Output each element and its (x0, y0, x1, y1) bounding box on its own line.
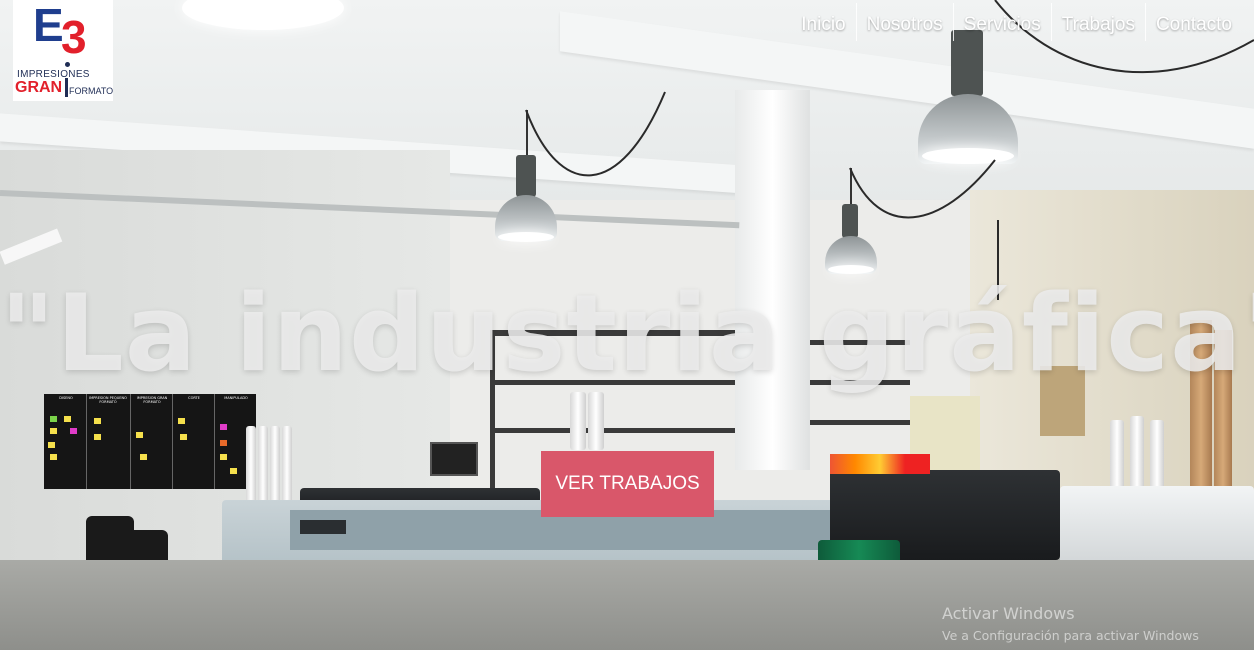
logo-digit-3: 3 (61, 11, 87, 63)
paper-roll (270, 426, 280, 506)
main-nav: Inicio Nosotros Servicios Trabajos Conta… (791, 3, 1242, 41)
sticky-note (136, 432, 143, 438)
nav-nosotros[interactable]: Nosotros (857, 3, 953, 41)
sticky-note (140, 454, 147, 460)
paper-roll (588, 392, 604, 450)
board-column-header: MANIPULADO (224, 396, 248, 400)
paper-roll (570, 392, 586, 450)
logo-formato: FORMATO (69, 86, 114, 96)
sticky-note (220, 454, 227, 460)
board-divider (172, 394, 173, 489)
windows-activation-subtitle: Ve a Configuración para activar Windows (942, 628, 1199, 643)
sticky-note (50, 416, 57, 422)
monitor-icon (430, 442, 478, 476)
sticky-note (64, 416, 71, 422)
board-column-header: CORTE (188, 396, 200, 400)
board-divider (214, 394, 215, 489)
sticky-note (230, 468, 237, 474)
sticky-note (50, 454, 57, 460)
board-column-header: IMPRESIÓN PEQUEÑO FORMATO (89, 396, 127, 404)
sticky-note (220, 424, 227, 430)
shelf (490, 428, 735, 433)
sticky-note (220, 440, 227, 446)
logo-dot (65, 62, 70, 67)
nav-servicios[interactable]: Servicios (954, 3, 1051, 41)
logo-bar (65, 78, 68, 97)
ver-trabajos-button[interactable]: VER TRABAJOS (541, 451, 714, 517)
sticky-note (180, 434, 187, 440)
sticky-note (94, 418, 101, 424)
sticky-note (178, 418, 185, 424)
board-column-header: DISEÑO (59, 396, 73, 400)
nav-inicio[interactable]: Inicio (791, 3, 855, 41)
board-divider (130, 394, 131, 489)
board-column-header: IMPRESIÓN GRAN FORMATO (136, 396, 168, 404)
ink-cartridges (830, 454, 930, 474)
kanban-board: DISEÑO IMPRESIÓN PEQUEÑO FORMATO IMPRESIÓN… (44, 394, 256, 489)
paper-roll (282, 426, 292, 506)
nav-trabajos[interactable]: Trabajos (1052, 3, 1145, 41)
sticky-note (70, 428, 77, 434)
brand-logo[interactable]: E 3 IMPRESIONES GRAN FORMATO (13, 0, 113, 101)
windows-activation-title: Activar Windows (942, 604, 1075, 623)
hero-headline: "La industria gráfica" (0, 272, 1254, 395)
sticky-note (94, 434, 101, 440)
nav-contacto[interactable]: Contacto (1146, 3, 1242, 41)
logo-letter-e: E (33, 0, 64, 51)
sticky-note (48, 442, 55, 448)
sticky-note (50, 428, 57, 434)
paper-roll (246, 426, 256, 506)
shelf (810, 420, 910, 425)
printer-label (300, 520, 346, 534)
logo-gran: GRAN (15, 79, 63, 96)
board-divider (86, 394, 87, 489)
paper-roll (258, 426, 268, 506)
